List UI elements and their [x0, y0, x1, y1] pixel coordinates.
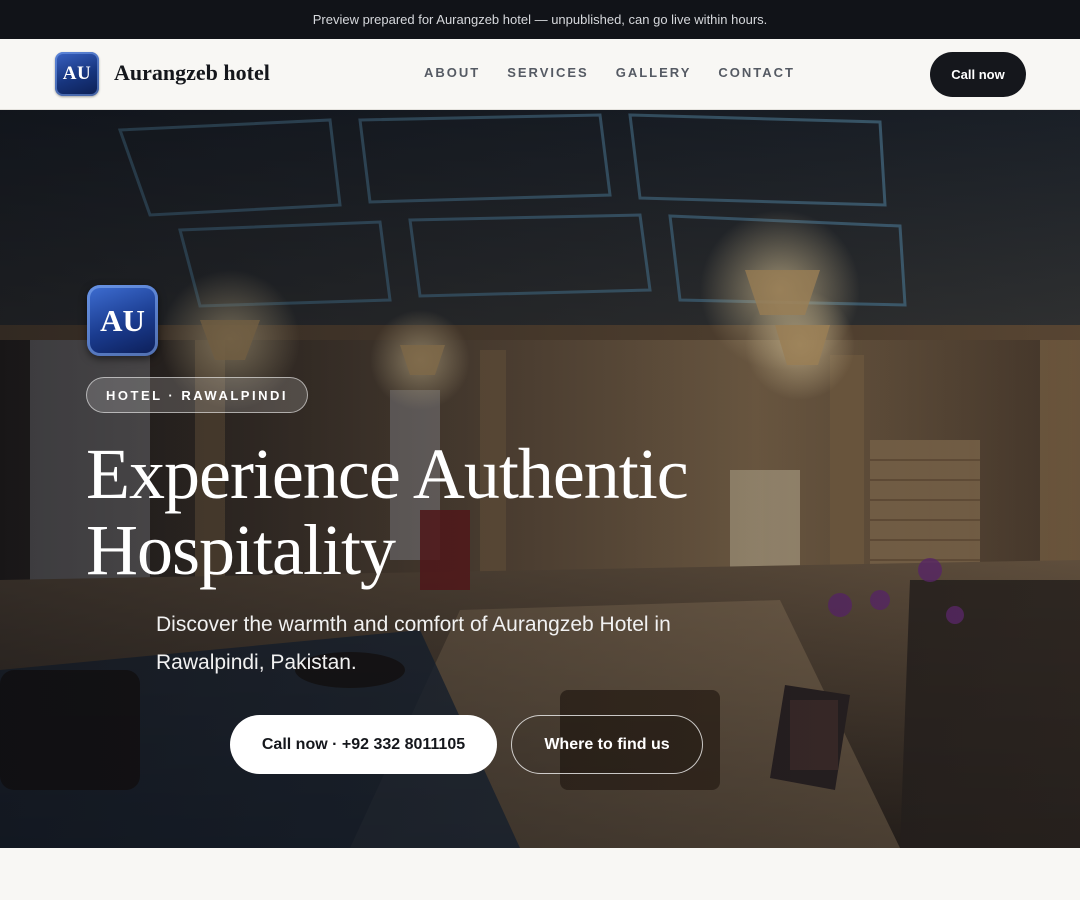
nav-link-about[interactable]: ABOUT — [424, 65, 480, 80]
brand-logo[interactable]: AU — [55, 52, 99, 96]
nav-link-services[interactable]: SERVICES — [507, 65, 589, 80]
top-navigation: AU Aurangzeb hotel ABOUT SERVICES GALLER… — [0, 39, 1080, 110]
preview-banner-text: Preview prepared for Aurangzeb hotel — u… — [312, 12, 768, 27]
next-section — [0, 848, 1080, 900]
hero-section: AU HOTEL · RAWALPINDI Experience Authent… — [0, 110, 1080, 848]
nav-link-gallery[interactable]: GALLERY — [616, 65, 692, 80]
nav-links: ABOUT SERVICES GALLERY CONTACT — [424, 65, 795, 80]
hero-headline: Experience Authentic Hospitality — [86, 434, 689, 590]
brand-name[interactable]: Aurangzeb hotel — [114, 60, 270, 86]
nav-link-contact[interactable]: CONTACT — [718, 65, 795, 80]
preview-banner: Preview prepared for Aurangzeb hotel — u… — [0, 0, 1080, 39]
hero-location-tag: HOTEL · RAWALPINDI — [86, 377, 308, 413]
hero-subtitle: Discover the warmth and comfort of Auran… — [156, 613, 671, 674]
call-now-button[interactable]: Call now — [930, 52, 1026, 97]
where-to-find-us-button[interactable]: Where to find us — [511, 715, 703, 774]
hero-logo: AU — [87, 285, 158, 356]
call-now-phone-button[interactable]: Call now · +92 332 8011105 — [230, 715, 497, 774]
